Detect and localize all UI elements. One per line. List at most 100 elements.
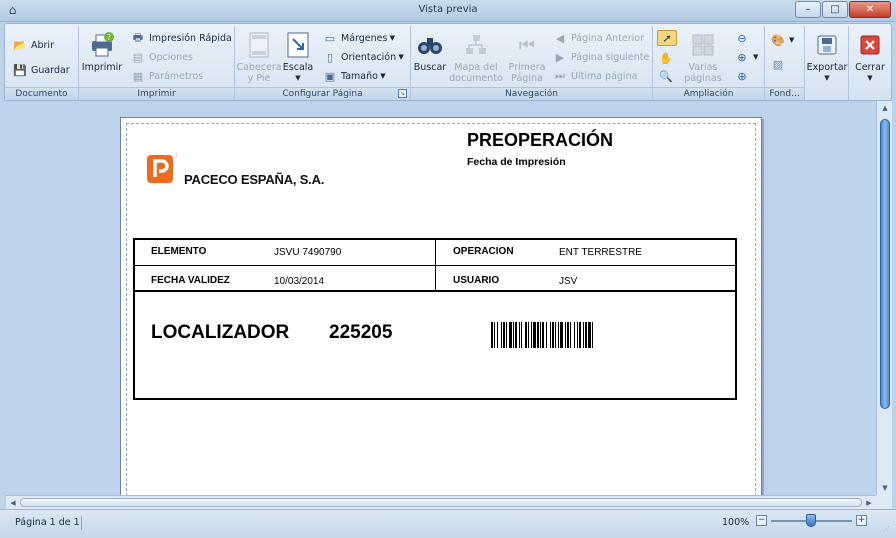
barcode-bar — [515, 322, 517, 348]
hand-tool-button[interactable]: ✋ — [659, 50, 677, 66]
ribbon: 📂 Abrir 💾 Guardar Documento ? Imprimir 🖶… — [4, 23, 892, 101]
barcode-bar — [550, 322, 551, 348]
barcode-bar — [494, 322, 495, 348]
parametros-button[interactable]: ▦ Parámetros — [131, 68, 203, 84]
close-window-button[interactable]: ✕ — [849, 1, 891, 18]
barcode-bar — [577, 322, 578, 348]
barcode-bar — [567, 322, 569, 348]
barcode-bar — [542, 322, 544, 348]
group-imprimir: ? Imprimir 🖶 Impresión Rápida ▤ Opciones… — [79, 26, 235, 100]
opciones-button[interactable]: ▤ Opciones — [131, 49, 193, 65]
fecha-validez-label: FECHA VALIDEZ — [151, 275, 230, 286]
scroll-left-icon[interactable]: ◀ — [6, 496, 20, 510]
report-page: ® PACECO ESPAÑA, S.A. PREOPERACIÓN Fecha… — [120, 117, 762, 495]
page-color-button[interactable]: 🎨 ▼ — [771, 32, 794, 48]
elemento-value: JSVU 7490790 — [274, 247, 342, 258]
fecha-validez-value: 10/03/2014 — [274, 276, 325, 287]
varias-paginas-button[interactable]: Varias páginas — [679, 30, 727, 84]
barcode-bar — [537, 322, 539, 348]
escala-label: Escala — [282, 62, 314, 73]
svg-text:?: ? — [107, 33, 111, 42]
localizador-value: 225205 — [329, 322, 393, 343]
group-label-navegacion: Navegación — [411, 87, 652, 100]
zoom-in-button[interactable]: ⊕ — [735, 68, 753, 84]
resize-grip-icon[interactable]: ⋰ — [883, 525, 893, 535]
scroll-down-icon[interactable]: ▼ — [877, 481, 893, 495]
configurar-label-text: Configurar Página — [282, 89, 363, 99]
zoom-icon: ⊕ — [737, 50, 747, 64]
imprimir-label: Imprimir — [81, 62, 123, 73]
barcode-bar — [558, 322, 559, 348]
vertical-scroll-thumb[interactable] — [880, 119, 890, 409]
group-label-configurar: Configurar Página — [235, 87, 410, 100]
horizontal-scroll-thumb[interactable] — [20, 498, 862, 507]
operacion-value: ENT TERRESTRE — [559, 247, 642, 258]
pagina-anterior-label: Página Anterior — [571, 32, 645, 44]
company-logo-icon: ® — [147, 152, 177, 183]
last-page-icon: ⏭ — [555, 69, 565, 82]
page-setup-launcher-icon[interactable]: ↘ — [398, 89, 407, 98]
tamano-button[interactable]: ▣ Tamaño ▼ — [323, 68, 386, 84]
ultima-pagina-label: Última página — [571, 70, 638, 82]
barcode-bar — [552, 322, 554, 348]
escala-button[interactable]: Escala ▼ — [281, 30, 315, 84]
barcode-bar — [525, 322, 527, 348]
cabecera-pie-button[interactable]: Cabecera y Pie — [236, 30, 282, 84]
pagina-anterior-button[interactable]: ◀ Página Anterior — [553, 30, 644, 46]
imprimir-button[interactable]: ? Imprimir — [81, 30, 123, 73]
page-indicator: Página 1 de 1 — [15, 517, 80, 528]
scroll-right-icon[interactable]: ▶ — [862, 496, 876, 510]
zoom-out-button[interactable]: ⊖ — [735, 30, 753, 46]
vertical-scrollbar[interactable]: ▲ ▼ — [876, 101, 892, 495]
preview-area[interactable]: ® PACECO ESPAÑA, S.A. PREOPERACIÓN Fecha… — [6, 101, 876, 495]
guardar-button[interactable]: 💾 Guardar — [13, 62, 70, 78]
barcode-bar — [501, 322, 502, 348]
barcode-bar — [585, 322, 587, 348]
primera-pagina-button[interactable]: ⏮ Primera Página — [507, 30, 547, 84]
zoom-plus-button[interactable]: + — [856, 515, 867, 526]
orientacion-button[interactable]: ▯ Orientación ▼ — [323, 49, 404, 65]
group-navegacion: Buscar Mapa del documento ⏮ Primera Pági… — [411, 26, 653, 100]
buscar-button[interactable]: Buscar — [413, 30, 447, 73]
operacion-label: OPERACION — [453, 246, 514, 257]
varias-label-1: Varias — [688, 62, 718, 73]
cerrar-label: Cerrar — [855, 62, 885, 73]
barcode-icon — [491, 322, 593, 348]
minimize-button[interactable]: – — [795, 1, 821, 18]
scrollbar-corner — [876, 495, 892, 509]
buscar-label: Buscar — [413, 62, 447, 73]
hand-icon: ✋ — [659, 51, 673, 65]
maximize-button[interactable]: □ — [822, 1, 848, 18]
abrir-button[interactable]: 📂 Abrir — [13, 37, 54, 53]
group-label-fondo: Fond... — [765, 87, 804, 100]
barcode-bar — [521, 322, 522, 348]
group-label-ampliacion: Ampliación — [653, 87, 764, 100]
mapa-documento-button[interactable]: Mapa del documento — [449, 30, 503, 84]
folder-open-icon: 📂 — [13, 38, 27, 52]
exportar-button[interactable]: Exportar ▼ — [807, 30, 847, 84]
pointer-tool-button[interactable]: ➚ — [657, 30, 677, 46]
options-icon: ▤ — [132, 50, 144, 64]
magnifier-tool-button[interactable]: 🔍 — [659, 68, 677, 84]
cerrar-button[interactable]: Cerrar ▼ — [851, 30, 889, 84]
zoom-slider-thumb[interactable] — [806, 514, 816, 527]
ultima-pagina-button[interactable]: ⏭ Última página — [553, 68, 637, 84]
parametros-label: Parámetros — [149, 70, 204, 82]
printer-icon: ? — [87, 30, 117, 60]
horizontal-scrollbar[interactable]: ◀ ▶ — [6, 495, 876, 509]
window-title: Vista previa — [418, 4, 478, 15]
scroll-up-icon[interactable]: ▲ — [877, 101, 893, 115]
barcode-bar — [583, 322, 584, 348]
opciones-label: Opciones — [149, 51, 193, 63]
impresion-rapida-button[interactable]: 🖶 Impresión Rápida — [131, 30, 232, 46]
zoom-level: 100% — [722, 517, 750, 528]
zoom-minus-button[interactable]: − — [756, 515, 767, 526]
zoom-button[interactable]: ⊕ ▼ — [735, 49, 758, 65]
barcode-bar — [565, 322, 566, 348]
save-icon: 💾 — [13, 63, 27, 77]
company-name: PACECO ESPAÑA, S.A. — [184, 172, 325, 187]
pagina-siguiente-button[interactable]: ▶ Página siguiente — [553, 49, 650, 65]
watermark-button[interactable]: ▨ — [771, 56, 789, 72]
margenes-button[interactable]: ▭ Márgenes ▼ — [323, 30, 395, 46]
abrir-label: Abrir — [31, 39, 54, 51]
